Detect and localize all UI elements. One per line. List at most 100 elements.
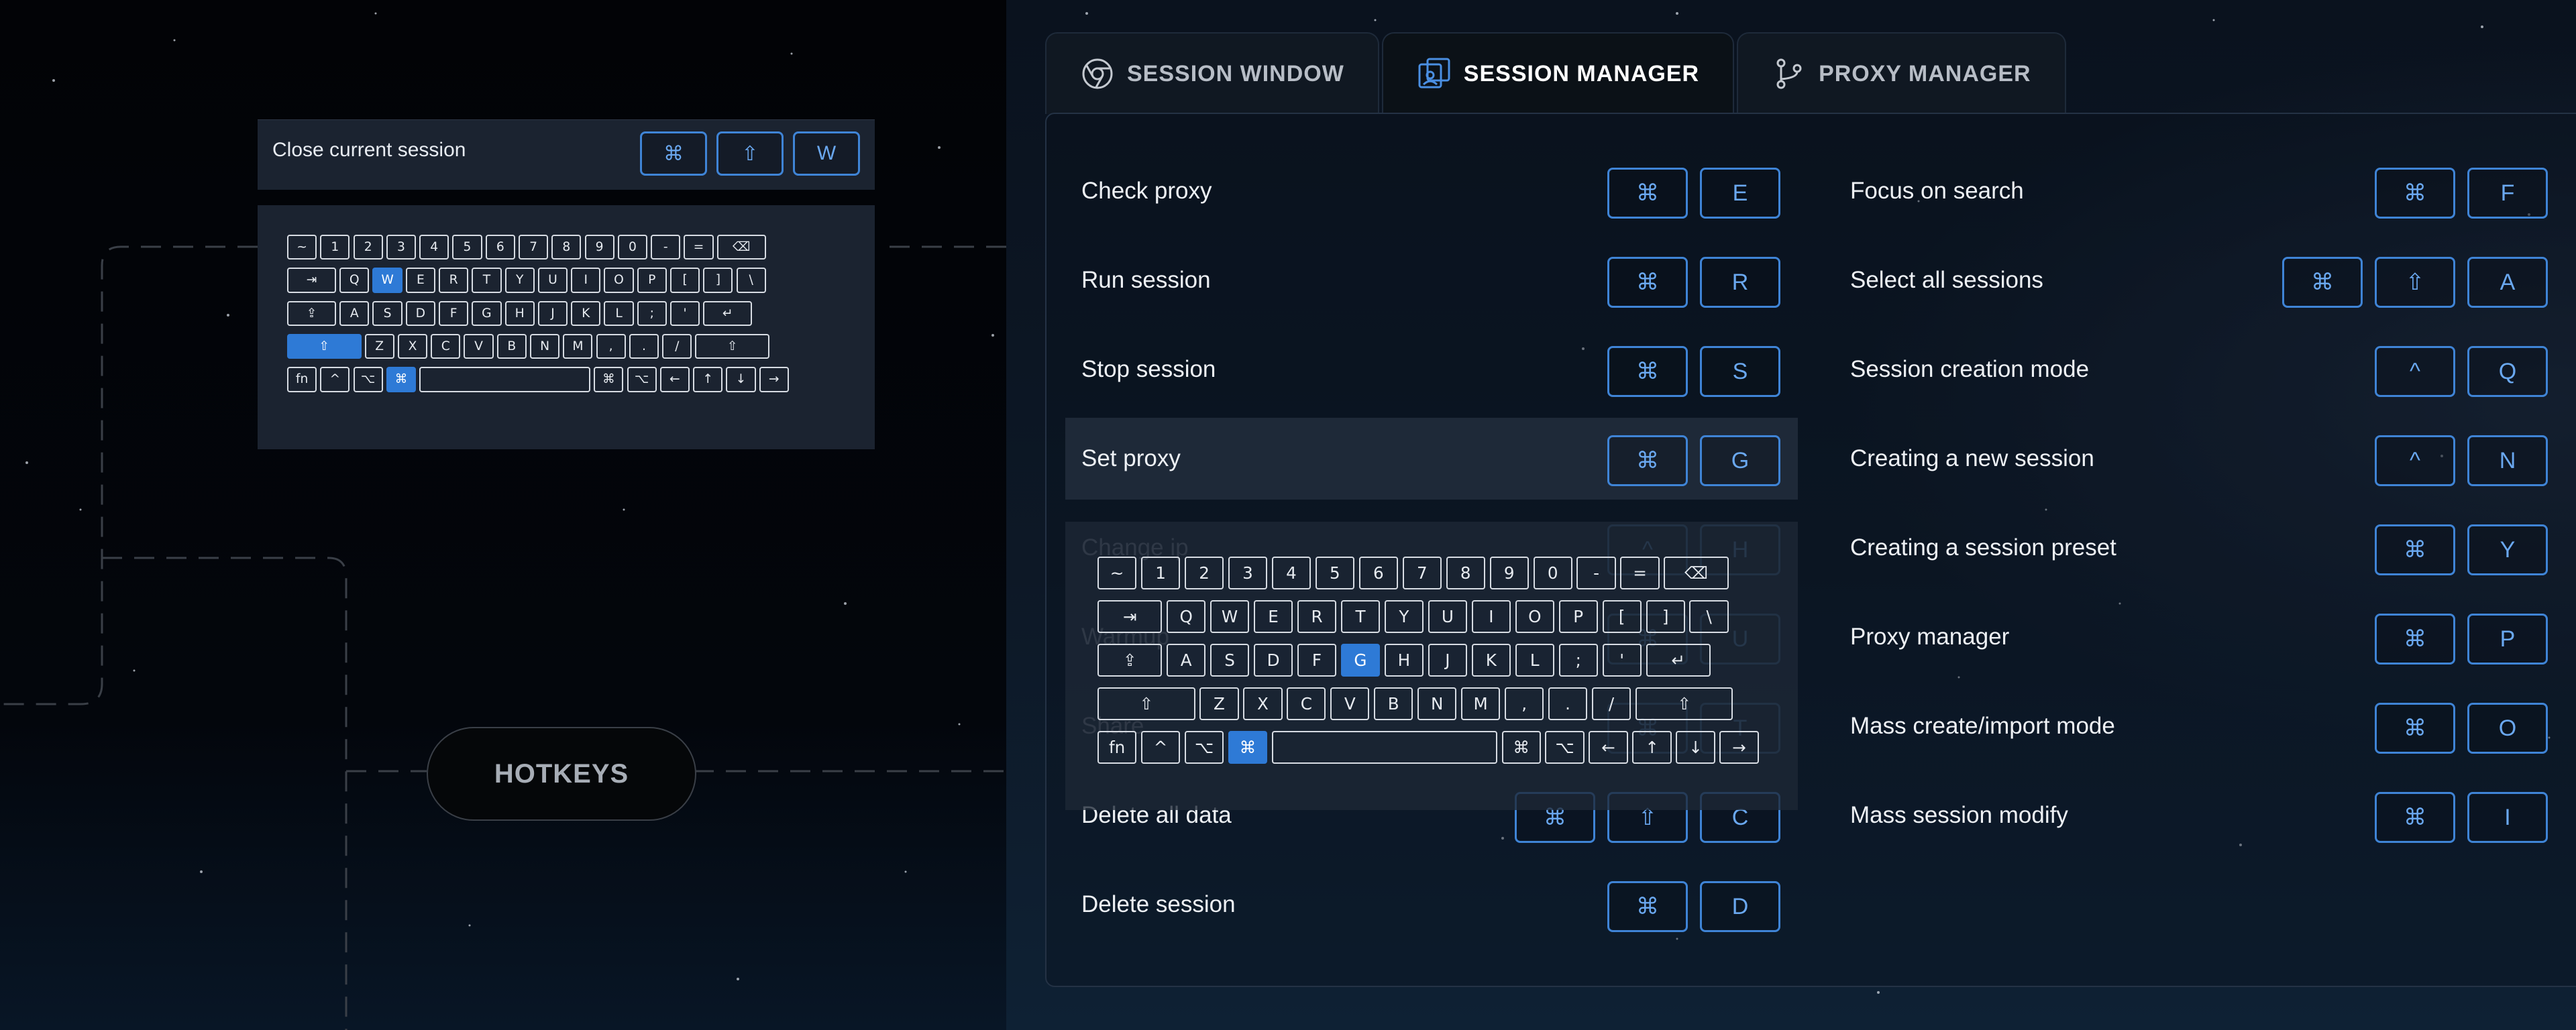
keyboard-key: ↑ — [693, 367, 723, 392]
keyboard-key: ⌥ — [1545, 730, 1585, 764]
keyboard-key: X — [1243, 687, 1283, 721]
keyboard-key: P — [637, 268, 667, 293]
keyboard-key: ^ — [1140, 730, 1181, 764]
keyboard-key: ⇥ — [287, 268, 337, 293]
key-cap: ⌘ — [2375, 792, 2455, 843]
hotkey-row[interactable]: Proxy manager ⌘ P — [1834, 596, 2565, 678]
keyboard-key: 6 — [485, 235, 515, 260]
hotkey-keys: ^ Q — [2375, 346, 2548, 397]
keyboard-key: ↵ — [703, 300, 753, 326]
hotkey-keys: ⌘ G — [1607, 435, 1780, 486]
keyboard-key: ⇪ — [1097, 643, 1163, 677]
hotkey-keys: ⌘ R — [1607, 257, 1780, 308]
keyboard-key: - — [1576, 557, 1616, 590]
keyboard-key: . — [629, 333, 659, 359]
keyboard-key: 6 — [1358, 557, 1398, 590]
key-cap: ⌘ — [1607, 168, 1688, 219]
keyboard-key: N — [1417, 687, 1457, 721]
hotkey-label: Mass create/import mode — [1850, 713, 2115, 739]
key-cap: Q — [2467, 346, 2548, 397]
keyboard-key: ⌥ — [627, 367, 657, 392]
tab-label: PROXY MANAGER — [1819, 60, 2031, 87]
key-cap: ⌘ — [2375, 168, 2455, 219]
keyboard-key: / — [1591, 687, 1631, 721]
keyboard-key: 2 — [1184, 557, 1224, 590]
hotkey-keys: ⌘ P — [2375, 614, 2548, 665]
tab-label: SESSION MANAGER — [1463, 60, 1700, 87]
keyboard-key: E — [405, 268, 435, 293]
key-cap: I — [2467, 792, 2548, 843]
keyboard-key: ⌫ — [716, 235, 766, 260]
keyboard-key: fn — [1097, 730, 1137, 764]
hotkey-label: Check proxy — [1081, 178, 1212, 204]
keyboard-key: B — [496, 333, 527, 359]
hotkey-row[interactable]: Creating a new session ^ N — [1834, 418, 2565, 500]
tab-label: SESSION WINDOW — [1127, 60, 1344, 87]
key-cap: E — [1700, 168, 1780, 219]
keyboard-key: ⌘ — [1501, 730, 1541, 764]
key-cap: N — [2467, 435, 2548, 486]
hotkey-row[interactable]: Creating a session preset ⌘ Y — [1834, 507, 2565, 589]
keyboard-key: ⌥ — [353, 367, 383, 392]
keyboard-key: L — [1515, 643, 1554, 677]
hotkey-keys: ⌘ F — [2375, 168, 2548, 219]
hotkey-row[interactable]: Stop session ⌘ S — [1065, 329, 1798, 410]
key-cap: ⌘ — [1607, 881, 1688, 932]
hotkey-row[interactable]: Focus on search ⌘ F — [1834, 150, 2565, 232]
hotkey-row[interactable]: Select all sessions ⌘ ⇧ A — [1834, 239, 2565, 321]
keyboard-key: H — [504, 300, 535, 326]
hotkey-label: Run session — [1081, 267, 1211, 293]
key-cap: Y — [2467, 524, 2548, 575]
keyboard-key: J — [537, 300, 568, 326]
keyboard-key: L — [604, 300, 634, 326]
keyboard-key: Q — [339, 268, 370, 293]
keyboard-key: 7 — [518, 235, 549, 260]
keyboard-key: ; — [1558, 643, 1598, 677]
keyboard-key: U — [537, 268, 568, 293]
keyboard-key: 8 — [1446, 557, 1485, 590]
key-cap: W — [793, 131, 860, 176]
keyboard-key: ← — [659, 367, 690, 392]
key-cap: A — [2467, 257, 2548, 308]
keyboard-key: 1 — [320, 235, 350, 260]
hotkeys-label: HOTKEYS — [494, 758, 629, 789]
hotkey-keys: ⌘ ⇧ A — [2282, 257, 2548, 308]
hotkeys-button[interactable]: HOTKEYS — [427, 727, 696, 821]
keyboard-key: Z — [1199, 687, 1239, 721]
hotkey-row[interactable]: Run session ⌘ R — [1065, 239, 1798, 321]
hotkey-keys: ⌘ E — [1607, 168, 1780, 219]
hotkey-row[interactable]: Delete session ⌘ D — [1065, 864, 1798, 946]
keyboard-key: T — [472, 268, 502, 293]
keyboard-key: F — [1297, 643, 1337, 677]
hotkey-row[interactable]: Mass create/import mode ⌘ O — [1834, 685, 2565, 767]
keyboard-key: 3 — [386, 235, 417, 260]
keyboard-key: B — [1374, 687, 1413, 721]
mini-hotkey-keys: ⌘ ⇧ W — [640, 131, 860, 176]
keyboard-key: A — [1167, 643, 1206, 677]
keyboard-key: S — [372, 300, 402, 326]
hotkey-label: Select all sessions — [1850, 267, 2043, 293]
key-cap: P — [2467, 614, 2548, 665]
keyboard-key: Z — [364, 333, 394, 359]
hotkey-label: Stop session — [1081, 356, 1216, 382]
hotkey-row[interactable]: Set proxy ⌘ G — [1065, 418, 1798, 500]
hotkey-keys: ^ N — [2375, 435, 2548, 486]
key-cap: ⌘ — [2375, 524, 2455, 575]
keyboard-key: 1 — [1140, 557, 1181, 590]
hotkey-row[interactable]: Check proxy ⌘ E — [1065, 150, 1798, 232]
keyboard-key: T — [1340, 599, 1381, 634]
keyboard-key: J — [1428, 643, 1467, 677]
tab-proxy-manager[interactable]: PROXY MANAGER — [1737, 32, 2066, 114]
keyboard-key: V — [1330, 687, 1370, 721]
hotkey-row[interactable]: Session creation mode ^ Q — [1834, 329, 2565, 410]
keyboard-key: ' — [670, 300, 700, 326]
tab-session-window[interactable]: SESSION WINDOW — [1045, 32, 1379, 114]
keyboard-key: / — [662, 333, 692, 359]
keyboard-key: W — [1210, 599, 1250, 634]
keyboard-key: ' — [1602, 643, 1642, 677]
keyboard-key: C — [1287, 687, 1326, 721]
keyboard-key: ⌥ — [1184, 730, 1224, 764]
hotkey-row[interactable]: Mass session modify ⌘ I — [1834, 775, 2565, 856]
tab-session-manager[interactable]: SESSION MANAGER — [1381, 32, 1735, 114]
key-cap: ^ — [2375, 346, 2455, 397]
